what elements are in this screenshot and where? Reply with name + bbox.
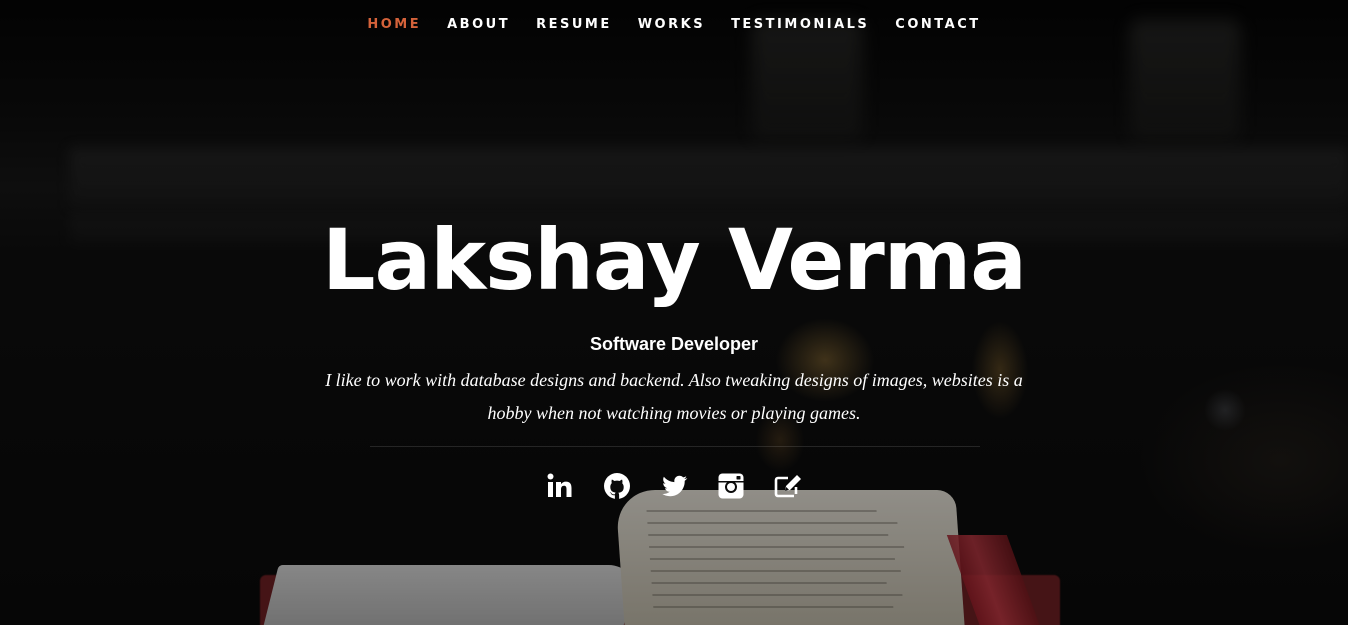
main-nav: HOME ABOUT RESUME WORKS TESTIMONIALS CON… xyxy=(0,14,1348,36)
social-links xyxy=(0,470,1348,502)
nav-home[interactable]: HOME xyxy=(354,14,434,36)
hero-role: Software Developer xyxy=(589,334,759,354)
twitter-icon[interactable] xyxy=(658,470,690,502)
linkedin-icon[interactable] xyxy=(544,470,576,502)
instagram-icon[interactable] xyxy=(715,470,747,502)
blog-edit-icon[interactable] xyxy=(772,470,804,502)
hero-bio: I like to work with database designs and… xyxy=(325,370,1023,423)
nav-works[interactable]: WORKS xyxy=(625,14,718,36)
nav-contact[interactable]: CONTACT xyxy=(882,14,993,36)
hero-name: Lakshay Verma xyxy=(322,211,1027,309)
hero-section: HOME ABOUT RESUME WORKS TESTIMONIALS CON… xyxy=(0,0,1348,625)
divider xyxy=(370,446,980,447)
nav-about[interactable]: ABOUT xyxy=(434,14,523,36)
nav-testimonials[interactable]: TESTIMONIALS xyxy=(718,14,882,36)
github-icon[interactable] xyxy=(601,470,633,502)
nav-resume[interactable]: RESUME xyxy=(523,14,625,36)
